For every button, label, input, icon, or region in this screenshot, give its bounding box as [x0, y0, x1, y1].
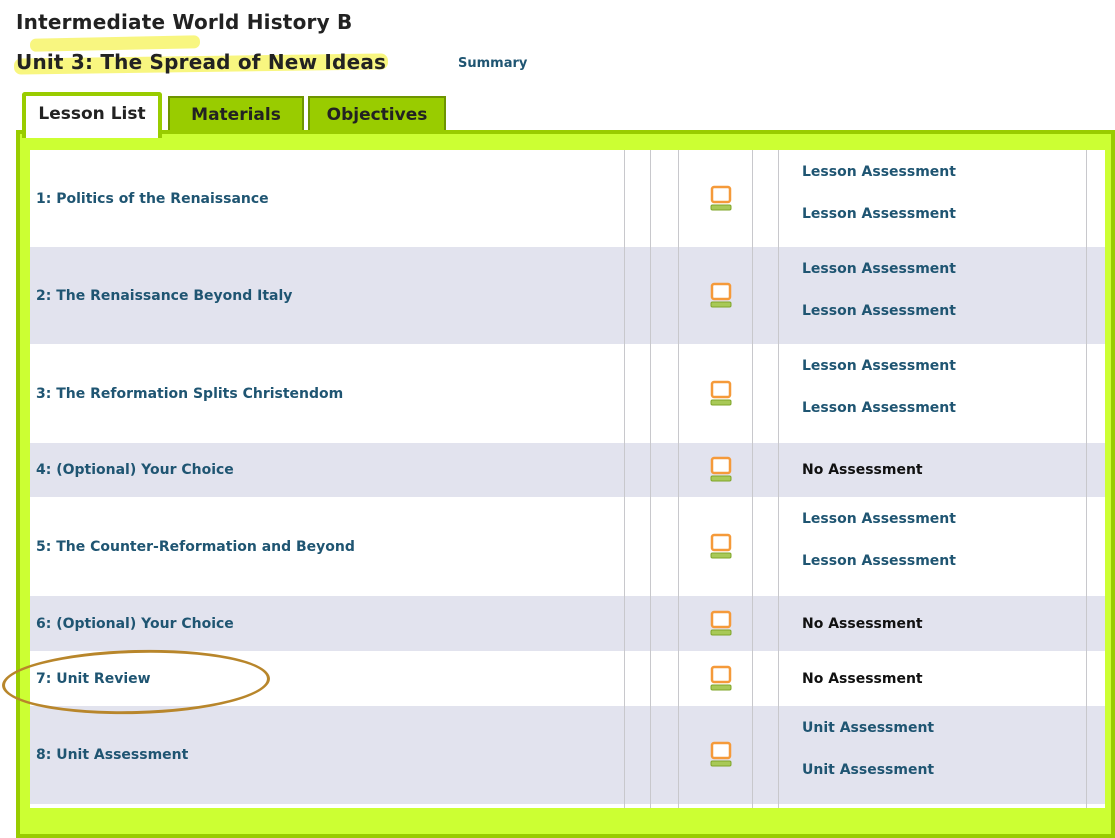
assessment-link[interactable]: Lesson Assessment [802, 511, 956, 527]
lesson-row: 6: (Optional) Your Choice No Assessment [30, 596, 1105, 651]
no-assessment-text: No Assessment [802, 670, 923, 687]
computer-monitor-icon[interactable] [710, 533, 732, 561]
no-assessment-text: No Assessment [802, 615, 923, 632]
column-divider [1086, 150, 1087, 808]
lesson-link[interactable]: 8: Unit Assessment [36, 747, 188, 763]
lesson-row: 4: (Optional) Your Choice No Assessment [30, 443, 1105, 497]
assessment-link[interactable]: Lesson Assessment [802, 261, 956, 277]
lesson-link[interactable]: 1: Politics of the Renaissance [36, 191, 269, 207]
assessment-link[interactable]: Unit Assessment [802, 720, 934, 736]
computer-monitor-icon[interactable] [710, 380, 732, 408]
lesson-link[interactable]: 5: The Counter-Reformation and Beyond [36, 539, 355, 555]
assessment-link[interactable]: Lesson Assessment [802, 206, 956, 222]
computer-monitor-icon[interactable] [710, 456, 732, 484]
lesson-row: 1: Politics of the Renaissance Lesson As… [30, 150, 1105, 247]
computer-monitor-icon[interactable] [710, 185, 732, 213]
assessment-link[interactable]: Lesson Assessment [802, 553, 956, 569]
lesson-row: 8: Unit Assessment Unit Assessment Unit … [30, 706, 1105, 804]
lesson-link[interactable]: 3: The Reformation Splits Christendom [36, 386, 343, 402]
column-divider [752, 150, 753, 808]
lesson-link[interactable]: 4: (Optional) Your Choice [36, 462, 234, 478]
column-divider [650, 150, 651, 808]
computer-monitor-icon[interactable] [710, 665, 732, 693]
column-divider [678, 150, 679, 808]
assessment-link[interactable]: Lesson Assessment [802, 164, 956, 180]
course-title: Intermediate World History B [16, 10, 353, 34]
tab-materials[interactable]: Materials [168, 96, 304, 134]
tab-objectives[interactable]: Objectives [308, 96, 446, 134]
assessment-link[interactable]: Lesson Assessment [802, 400, 956, 416]
lesson-row: 3: The Reformation Splits Christendom Le… [30, 344, 1105, 443]
lesson-row: 2: The Renaissance Beyond Italy Lesson A… [30, 247, 1105, 344]
lesson-link[interactable]: 2: The Renaissance Beyond Italy [36, 288, 292, 304]
summary-link[interactable]: Summary [458, 56, 527, 71]
computer-monitor-icon[interactable] [710, 282, 732, 310]
lesson-list-panel: 1: Politics of the Renaissance Lesson As… [16, 130, 1115, 838]
computer-monitor-icon[interactable] [710, 741, 732, 769]
lesson-row: 5: The Counter-Reformation and Beyond Le… [30, 497, 1105, 596]
column-divider [624, 150, 625, 808]
unit-title: Unit 3: The Spread of New Ideas [16, 50, 387, 74]
lesson-link[interactable]: 6: (Optional) Your Choice [36, 616, 234, 632]
assessment-link[interactable]: Lesson Assessment [802, 303, 956, 319]
column-divider [778, 150, 779, 808]
assessment-link[interactable]: Lesson Assessment [802, 358, 956, 374]
no-assessment-text: No Assessment [802, 462, 923, 478]
computer-monitor-icon[interactable] [710, 610, 732, 638]
assessment-link[interactable]: Unit Assessment [802, 762, 934, 778]
tab-lesson-list[interactable]: Lesson List [22, 92, 162, 138]
